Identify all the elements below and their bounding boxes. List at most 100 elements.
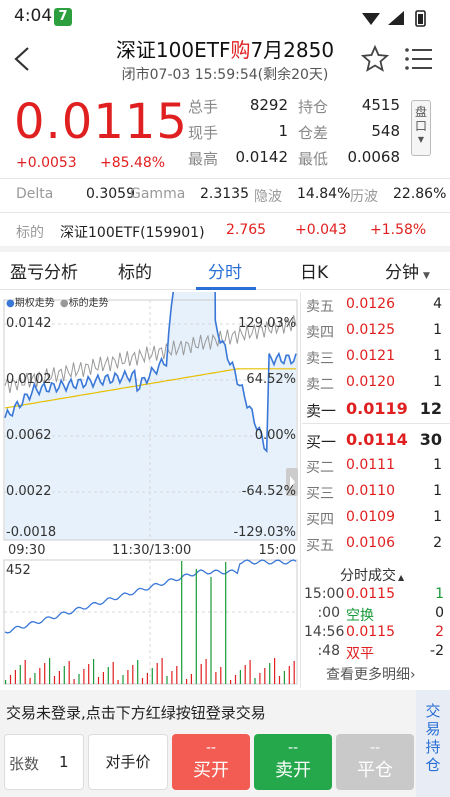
buy-open-price: -- (205, 740, 217, 756)
buy-open-button[interactable]: -- 买开 (172, 734, 250, 790)
field-label-oi-change: 仓差 (298, 124, 329, 142)
intraday-chart[interactable]: ●期权走势 ●标的走势 0.0142 0.0102 0.0062 0.0022 … (0, 292, 300, 688)
volume-bar (141, 678, 144, 684)
legend-option: 期权走势 (14, 298, 55, 309)
x-label-close: 15:00 (258, 543, 296, 558)
status-time: 4:04 (14, 6, 53, 26)
order-book-row-ask2[interactable]: 卖四 0.0125 1 (306, 318, 446, 344)
volume-bar (234, 675, 237, 684)
volume-bar (220, 667, 222, 684)
sell-open-price: -- (287, 740, 299, 756)
title-contract: 7月2850 (250, 38, 335, 62)
order-level-label: 卖一 (306, 402, 337, 420)
order-volume: 1 (433, 322, 442, 338)
divider (302, 423, 450, 424)
order-book-row-bid3[interactable]: 买三 0.0110 1 (306, 479, 446, 505)
volume-bar (186, 679, 188, 684)
tab-underlying[interactable]: 标的 (118, 258, 152, 283)
active-tab-indicator (196, 287, 256, 290)
order-volume: 1 (433, 509, 442, 525)
volume-bar (73, 679, 75, 684)
close-position-label: 平仓 (357, 760, 393, 781)
tab-intraday[interactable]: 分时 (208, 258, 242, 283)
legend-underlying: 标的走势 (68, 298, 109, 309)
tab-minute[interactable]: 分钟 ▼ (385, 258, 430, 283)
delta-label: Delta (16, 186, 54, 202)
volume-bar (29, 678, 31, 684)
trades-title[interactable]: 分时成交 ▲ (340, 565, 404, 585)
volume-bar (230, 680, 232, 684)
order-volume: 1 (433, 348, 442, 364)
order-level-label: 卖二 (306, 377, 334, 393)
order-price: 0.0111 (346, 457, 395, 473)
field-label-high: 最高 (188, 150, 219, 168)
volume-bar (283, 671, 285, 684)
wifi-icon (362, 13, 380, 25)
volume-bar (200, 664, 202, 684)
trade-price: 0.0115 (346, 586, 395, 602)
tab-pnl-analysis[interactable]: 盈亏分析 (10, 258, 78, 283)
order-book-row-ask4[interactable]: 卖二 0.0120 1 (306, 370, 446, 396)
x-label-mid: 11:30/13:00 (112, 543, 192, 558)
order-book-row-bid1[interactable]: 买一 0.0114 30 (306, 427, 446, 453)
order-book-row-bid2[interactable]: 买二 0.0111 1 (306, 453, 446, 479)
trade-volume: 2 (435, 624, 444, 640)
field-label-volume: 总手 (188, 98, 219, 116)
sell-open-button[interactable]: -- 卖开 (254, 734, 332, 790)
volume-bar (156, 663, 158, 684)
volume-bar (53, 676, 56, 684)
volume-bar (254, 678, 256, 684)
order-book-row-bid4[interactable]: 买四 0.0109 1 (306, 505, 446, 531)
volume-bar (239, 670, 241, 684)
order-book-row-ask1[interactable]: 卖五 0.0126 4 (306, 292, 446, 318)
volume-bar (14, 670, 16, 684)
order-book-toggle[interactable]: 盘口 ▼ (411, 100, 431, 156)
positions-side-tab[interactable]: 交易持仓 (416, 690, 450, 797)
tab-daily-k[interactable]: 日K (300, 258, 328, 283)
order-volume: 30 (419, 430, 442, 449)
order-book-row-ask3[interactable]: 卖三 0.0121 1 (306, 344, 446, 370)
close-position-price: -- (369, 740, 381, 756)
volume-bar (269, 663, 271, 684)
order-level-label: 卖五 (306, 299, 334, 315)
more-details-link[interactable]: 查看更多明细› (326, 664, 416, 684)
volume-bar (264, 668, 266, 684)
volume-bar (137, 660, 139, 684)
iv-value: 14.84% (297, 186, 351, 202)
chart-tabs: 盈亏分析 标的 分时 日K 分钟 ▼ (0, 250, 450, 290)
field-high: 0.0142 (235, 148, 289, 166)
status-bar: 4:04 7 (0, 0, 450, 34)
app-badge-icon: 7 (54, 8, 72, 26)
volume-bar (93, 659, 95, 684)
counter-price-button[interactable]: 对手价 (88, 734, 168, 790)
volume-bar (215, 672, 217, 684)
x-label-open: 09:30 (8, 543, 46, 558)
y-left-0: 0.0142 (6, 316, 52, 331)
price-change-pct: +85.48% (100, 155, 166, 171)
order-book-row-bid5[interactable]: 买五 0.0106 2 (306, 531, 446, 557)
order-level-label: 买二 (306, 460, 334, 476)
quantity-label: 张数 (9, 755, 40, 773)
order-level-label: 卖四 (306, 325, 334, 341)
quantity-field[interactable]: 张数 1 (4, 734, 84, 790)
volume-bar (259, 673, 261, 684)
delta-value: 0.3059 (86, 186, 135, 202)
menu-icon[interactable] (404, 46, 434, 72)
order-book-row-ask5[interactable]: 卖一 0.0119 12 (306, 396, 446, 422)
order-volume: 2 (433, 535, 442, 551)
star-icon[interactable] (360, 44, 390, 74)
order-volume: 1 (433, 483, 442, 499)
volume-bar (151, 668, 153, 684)
volume-bar (278, 676, 281, 684)
close-position-button[interactable]: -- 平仓 (336, 734, 414, 790)
trade-price: 双平 (346, 646, 374, 662)
volume-bar (166, 676, 168, 684)
underlying-price: 2.765 (226, 222, 267, 238)
volume-bar (102, 672, 104, 684)
order-volume: 1 (433, 374, 442, 390)
login-notice[interactable]: 交易未登录,点击下方红绿按钮登录交易 (6, 702, 266, 723)
volume-bar (83, 669, 85, 684)
volume-bar (78, 674, 80, 684)
order-price: 0.0120 (346, 374, 395, 390)
underlying-row[interactable]: 标的 深证100ETF(159901) 2.765 +0.043 +1.58% (0, 214, 450, 248)
